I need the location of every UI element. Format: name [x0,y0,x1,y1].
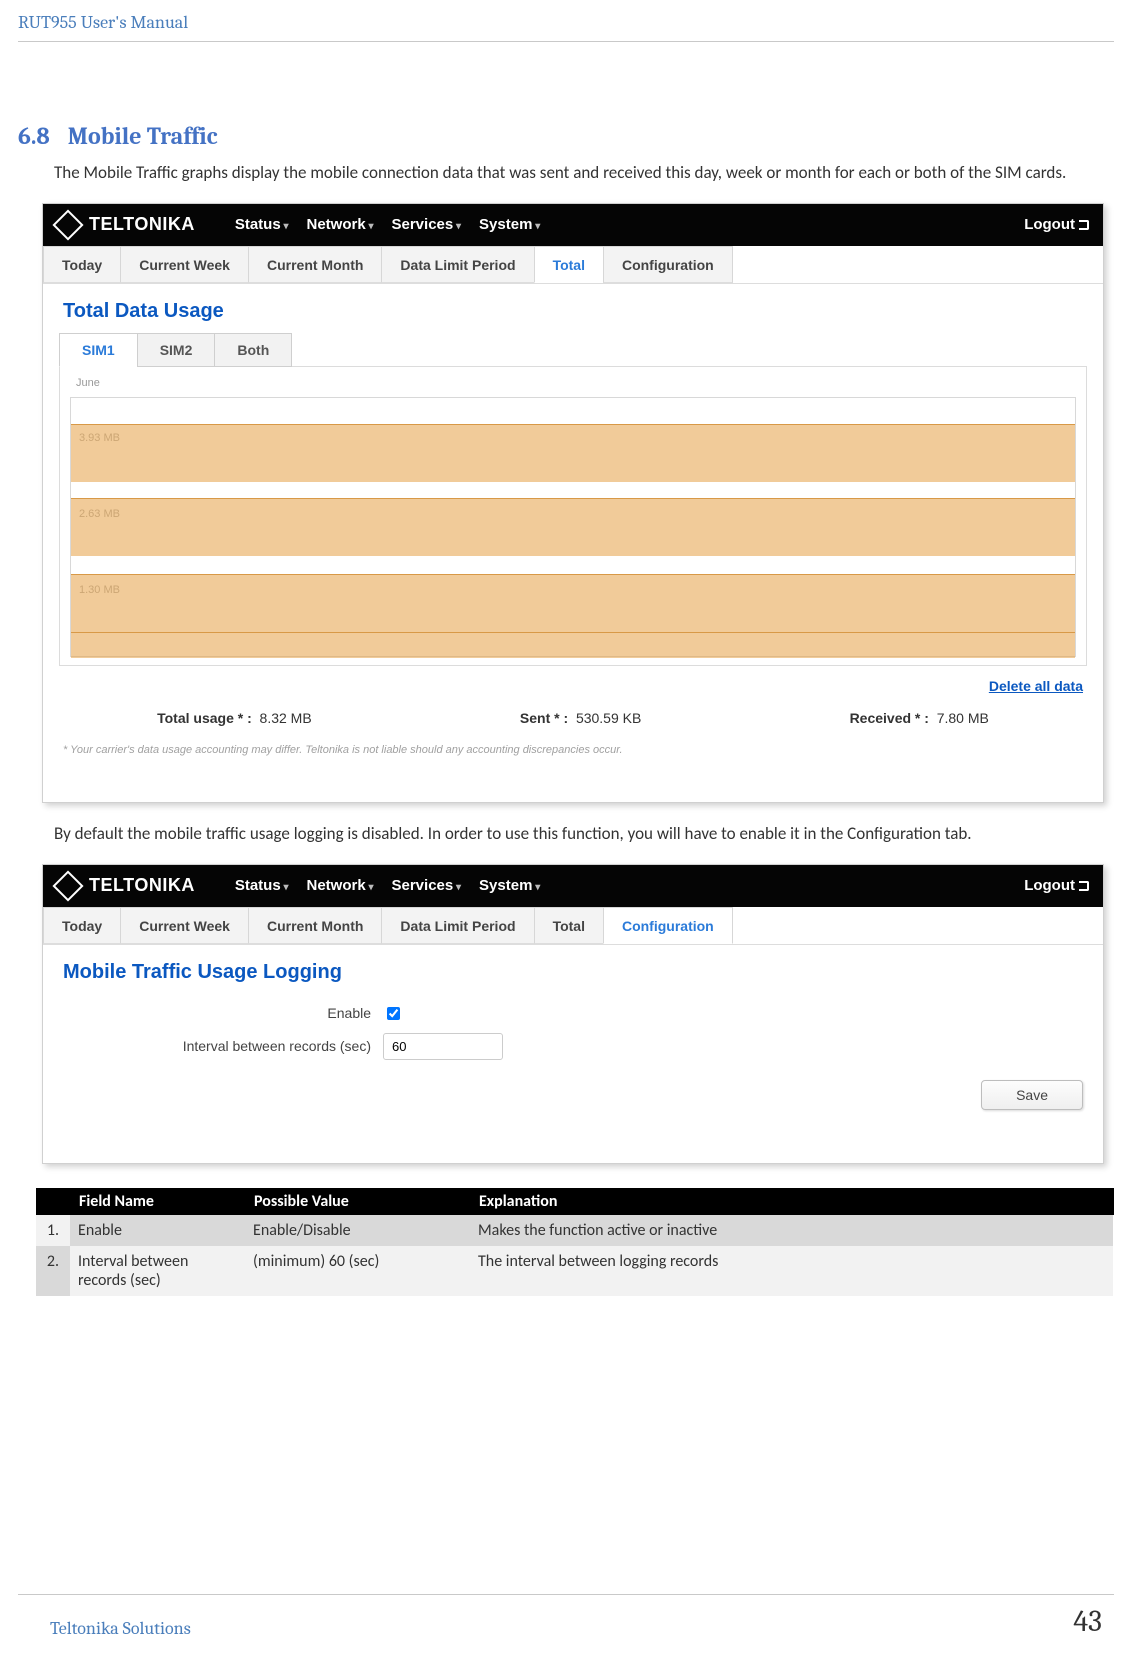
cell-possible-value: (minimum) 60 (sec) [245,1246,470,1296]
tab-today[interactable]: Today [43,907,120,944]
sim-tab-sim2[interactable]: SIM2 [137,333,216,367]
logout-icon [1079,881,1089,891]
stat-total: Total usage * : 8.32 MB [157,710,312,726]
tab-data-limit[interactable]: Data Limit Period [381,246,533,283]
paragraph-1: The Mobile Traffic graphs display the mo… [18,162,1132,185]
graph-bar-1 [71,424,1075,482]
th-explanation: Explanation [470,1188,1113,1215]
graph-month-label: June [70,377,1076,393]
th-possible-value: Possible Value [245,1188,470,1215]
disclaimer-footnote: * Your carrier's data usage accounting m… [43,738,1103,764]
tab-today[interactable]: Today [43,246,120,283]
tab-configuration[interactable]: Configuration [603,246,733,283]
page-number: 43 [1073,1604,1102,1639]
cell-explanation: Makes the function active or inactive [470,1215,1113,1246]
tab-current-month[interactable]: Current Month [248,246,381,283]
th-blank [36,1188,70,1215]
graph-container: June 3.93 MB 2.63 MB 1.30 MB [59,366,1087,666]
enable-checkbox[interactable] [387,1007,400,1020]
sim-tab-both[interactable]: Both [214,333,292,367]
screenshot-configuration: TELTONIKA Status Network Services System… [42,864,1104,1164]
topbar-2: TELTONIKA Status Network Services System… [43,865,1103,907]
logout-icon [1079,220,1089,230]
enable-label: Enable [43,1005,383,1021]
nav-status[interactable]: Status [235,216,289,233]
usage-graph: 3.93 MB 2.63 MB 1.30 MB [70,397,1076,657]
graph-bar-3 [71,574,1075,632]
stat-sent: Sent * : 530.59 KB [520,710,641,726]
save-button[interactable]: Save [981,1080,1083,1110]
tab-current-week[interactable]: Current Week [120,246,248,283]
main-nav-2: Status Network Services System [235,877,540,894]
table-header-row: Field Name Possible Value Explanation [36,1188,1113,1215]
tab-current-week[interactable]: Current Week [120,907,248,944]
logout-link[interactable]: Logout [1024,216,1089,233]
footer-rule [18,1594,1114,1595]
teltonika-logo: TELTONIKA [57,214,195,236]
logo-text: TELTONIKA [89,875,195,896]
delete-all-data-link[interactable]: Delete all data [989,678,1083,694]
nav-network[interactable]: Network [307,216,374,233]
topbar: TELTONIKA Status Network Services System… [43,204,1103,246]
nav-system[interactable]: System [479,216,540,233]
footer-brand: Teltonika Solutions [50,1618,191,1639]
sim-tabs: SIM1 SIM2 Both [43,333,1103,367]
cell-explanation: The interval between logging records [470,1246,1113,1296]
graph-bar-base [71,632,1075,658]
running-header: RUT955 User's Manual [0,12,1132,39]
logo-icon [52,870,83,901]
fields-table: Field Name Possible Value Explanation 1.… [36,1188,1114,1296]
delete-all-data: Delete all data [43,672,1103,702]
paragraph-2: By default the mobile traffic usage logg… [18,823,1132,846]
form-row-enable: Enable [43,1004,1103,1023]
nav-services[interactable]: Services [392,877,462,894]
nav-network[interactable]: Network [307,877,374,894]
nav-system[interactable]: System [479,877,540,894]
form-row-interval: Interval between records (sec) [43,1033,1103,1060]
tab-total[interactable]: Total [534,907,603,944]
logout-label: Logout [1024,877,1075,894]
section-heading: 6.8 Mobile Traffic [18,122,1132,150]
stat-received: Received * : 7.80 MB [850,710,989,726]
table-row: 1. Enable Enable/Disable Makes the funct… [36,1215,1113,1246]
interval-label: Interval between records (sec) [43,1038,383,1054]
screenshot-total-usage: TELTONIKA Status Network Services System… [42,203,1104,803]
sim-tab-sim1[interactable]: SIM1 [59,333,138,367]
cell-possible-value: Enable/Disable [245,1215,470,1246]
logout-label: Logout [1024,216,1075,233]
tab-data-limit[interactable]: Data Limit Period [381,907,533,944]
time-tabs-2: Today Current Week Current Month Data Li… [43,907,1103,945]
cell-field-name: Interval between records (sec) [70,1246,245,1296]
teltonika-logo-2: TELTONIKA [57,875,195,897]
tab-total[interactable]: Total [534,246,603,283]
table-row: 2. Interval between records (sec) (minim… [36,1246,1113,1296]
panel-title-2: Mobile Traffic Usage Logging [43,945,1103,994]
logo-text: TELTONIKA [89,214,195,235]
section-title: Mobile Traffic [68,122,218,150]
graph-bar-2 [71,498,1075,556]
nav-status[interactable]: Status [235,877,289,894]
page-footer: Teltonika Solutions 43 [0,1604,1132,1639]
main-nav: Status Network Services System [235,216,540,233]
time-tabs: Today Current Week Current Month Data Li… [43,246,1103,284]
cell-index: 2. [36,1246,70,1296]
th-field-name: Field Name [70,1188,245,1215]
tab-current-month[interactable]: Current Month [248,907,381,944]
cell-field-name: Enable [70,1215,245,1246]
save-bar: Save [43,1070,1103,1122]
cell-index: 1. [36,1215,70,1246]
logout-link-2[interactable]: Logout [1024,877,1089,894]
panel-title: Total Data Usage [43,284,1103,333]
stats-row: Total usage * : 8.32 MB Sent * : 530.59 … [43,702,1103,738]
interval-input[interactable] [383,1033,503,1060]
logo-icon [52,209,83,240]
nav-services[interactable]: Services [392,216,462,233]
section-number: 6.8 [18,122,50,150]
tab-configuration[interactable]: Configuration [603,907,733,944]
